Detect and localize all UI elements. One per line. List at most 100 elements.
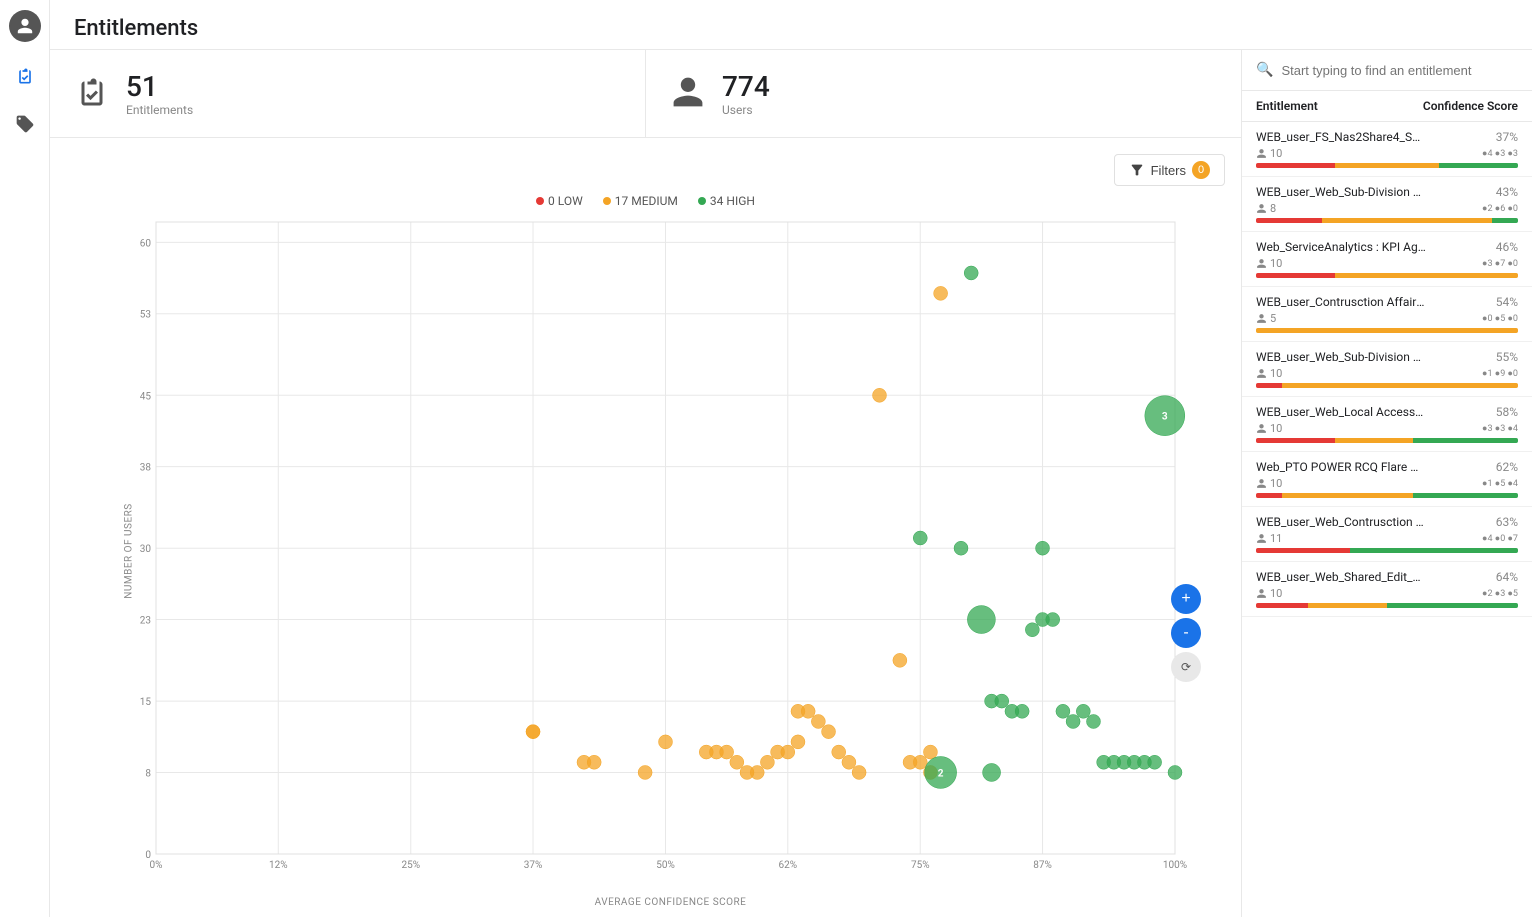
search-input[interactable] (1281, 63, 1518, 78)
ent-users: 10 (1256, 257, 1282, 270)
filter-badge: 0 (1192, 161, 1210, 179)
left-panel: 51 Entitlements 774 Users (50, 50, 1242, 917)
ent-score: 43% (1496, 185, 1518, 199)
legend-dot-medium (603, 197, 611, 205)
header: Entitlements (50, 0, 1532, 50)
users-count: 774 (722, 70, 770, 103)
svg-text:3: 3 (1162, 412, 1168, 423)
legend-medium: 17 MEDIUM (603, 194, 678, 208)
svg-text:37%: 37% (524, 860, 543, 871)
legend-dot-high (698, 197, 706, 205)
ent-bar (1256, 328, 1518, 333)
page-title: Entitlements (74, 16, 1508, 41)
svg-text:2: 2 (938, 768, 944, 779)
entitlement-item[interactable]: Web_ServiceAnalytics : KPI Agent 46% 10 … (1242, 232, 1532, 287)
ent-name: WEB_user_Web_Shared_Edit_ACC (1256, 570, 1426, 584)
ent-score: 62% (1496, 460, 1518, 474)
svg-text:15: 15 (140, 697, 152, 708)
ent-score: 63% (1496, 515, 1518, 529)
stat-card-entitlements: 51 Entitlements (50, 50, 646, 137)
sidebar (0, 0, 50, 917)
ent-dots: ●4 ●3 ●3 (1482, 148, 1518, 159)
ent-dots: ●2 ●6 ●0 (1482, 203, 1518, 214)
chart-toolbar: Filters 0 (66, 154, 1225, 186)
zoom-reset-button[interactable]: ⟳ (1171, 652, 1201, 682)
ent-name: WEB_user_Web_Sub-Division Con (1256, 185, 1426, 199)
legend-low: 0 LOW (536, 194, 583, 208)
search-box: 🔍 (1242, 50, 1532, 91)
entitlement-item[interactable]: WEB_user_Web_Local Access 32 F 58% 10 ●3… (1242, 397, 1532, 452)
svg-text:30: 30 (140, 544, 152, 555)
svg-text:8: 8 (145, 768, 151, 779)
content-area: 51 Entitlements 774 Users (50, 50, 1532, 917)
svg-text:0%: 0% (150, 860, 163, 871)
sidebar-item-entitlements[interactable] (11, 62, 39, 90)
entitlement-item[interactable]: WEB_user_Web_Sub-Division Con 43% 8 ●2 ●… (1242, 177, 1532, 232)
table-header: Entitlement Confidence Score (1242, 91, 1532, 122)
zoom-out-button[interactable]: - (1171, 618, 1201, 648)
ent-users: 5 (1256, 312, 1276, 325)
ent-users: 11 (1256, 532, 1282, 545)
right-panel: 🔍 Entitlement Confidence Score WEB_user_… (1242, 50, 1532, 917)
filter-label: Filters (1151, 163, 1186, 178)
ent-score: 37% (1496, 130, 1518, 144)
ent-dots: ●3 ●3 ●4 (1482, 423, 1518, 434)
ent-name: WEB_user_Web_Sub-Division Con (1256, 350, 1426, 364)
scatter-chart[interactable]: 08152330384553600%12%25%37%50%62%75%87%1… (116, 212, 1225, 889)
ent-score: 46% (1496, 240, 1518, 254)
chart-legend: 0 LOW 17 MEDIUM 34 HIGH (66, 194, 1225, 208)
svg-text:100%: 100% (1163, 860, 1187, 871)
ent-dots: ●3 ●7 ●0 (1482, 258, 1518, 269)
ent-dots: ●1 ●5 ●4 (1482, 478, 1518, 489)
ent-bar (1256, 548, 1518, 553)
avatar[interactable] (9, 10, 41, 42)
zoom-controls: + - ⟳ (1171, 584, 1201, 682)
ent-dots: ●4 ●0 ●7 (1482, 533, 1518, 544)
main-content: Entitlements 51 Entitlements (50, 0, 1532, 917)
entitlement-item[interactable]: WEB_user_FS_Nas2Share4_Share 37% 10 ●4 ●… (1242, 122, 1532, 177)
entitlement-item[interactable]: WEB_user_Web_Contrusction Affa 63% 11 ●4… (1242, 507, 1532, 562)
entitlement-item[interactable]: WEB_user_Contrusction Affairs Af 54% 5 ●… (1242, 287, 1532, 342)
ent-dots: ●2 ●3 ●5 (1482, 588, 1518, 599)
entitlements-icon (74, 74, 110, 114)
ent-score: 58% (1496, 405, 1518, 419)
chart-area: Filters 0 0 LOW 17 MEDIUM 34 HIGH NUMBER… (50, 138, 1241, 917)
ent-name: WEB_user_Contrusction Affairs Af (1256, 295, 1426, 309)
legend-dot-low (536, 197, 544, 205)
ent-users: 10 (1256, 587, 1282, 600)
ent-users: 8 (1256, 202, 1276, 215)
legend-high: 34 HIGH (698, 194, 755, 208)
sidebar-item-tags[interactable] (11, 110, 39, 138)
entitlement-item[interactable]: Web_PTO POWER RCQ Flare Non 62% 10 ●1 ●5… (1242, 452, 1532, 507)
ent-bar (1256, 438, 1518, 443)
stat-card-users: 774 Users (646, 50, 1241, 137)
ent-bar (1256, 218, 1518, 223)
ent-users: 10 (1256, 477, 1282, 490)
svg-text:87%: 87% (1033, 860, 1052, 871)
filter-button[interactable]: Filters 0 (1114, 154, 1225, 186)
svg-text:23: 23 (140, 616, 151, 627)
col-entitlement: Entitlement (1256, 99, 1318, 113)
stats-row: 51 Entitlements 774 Users (50, 50, 1241, 138)
ent-name: WEB_user_Web_Local Access 32 F (1256, 405, 1426, 419)
ent-bar (1256, 603, 1518, 608)
ent-users: 10 (1256, 367, 1282, 380)
ent-name: WEB_user_Web_Contrusction Affa (1256, 515, 1426, 529)
ent-name: Web_PTO POWER RCQ Flare Non (1256, 460, 1426, 474)
svg-text:25%: 25% (401, 860, 420, 871)
entitlement-item[interactable]: WEB_user_Web_Shared_Edit_ACC 64% 10 ●2 ●… (1242, 562, 1532, 617)
svg-text:12%: 12% (269, 860, 288, 871)
entitlement-item[interactable]: WEB_user_Web_Sub-Division Con 55% 10 ●1 … (1242, 342, 1532, 397)
ent-bar (1256, 163, 1518, 168)
users-icon (670, 74, 706, 114)
entitlements-label: Entitlements (126, 103, 193, 117)
zoom-in-button[interactable]: + (1171, 584, 1201, 614)
ent-users: 10 (1256, 147, 1282, 160)
entitlements-count: 51 (126, 70, 193, 103)
svg-text:38: 38 (140, 463, 152, 474)
scatter-wrapper: NUMBER OF USERS 08152330384553600%12%25%… (116, 212, 1225, 889)
svg-text:75%: 75% (911, 860, 930, 871)
entitlement-list: WEB_user_FS_Nas2Share4_Share 37% 10 ●4 ●… (1242, 122, 1532, 917)
x-axis-label: AVERAGE CONFIDENCE SCORE (116, 897, 1225, 908)
ent-bar (1256, 493, 1518, 498)
